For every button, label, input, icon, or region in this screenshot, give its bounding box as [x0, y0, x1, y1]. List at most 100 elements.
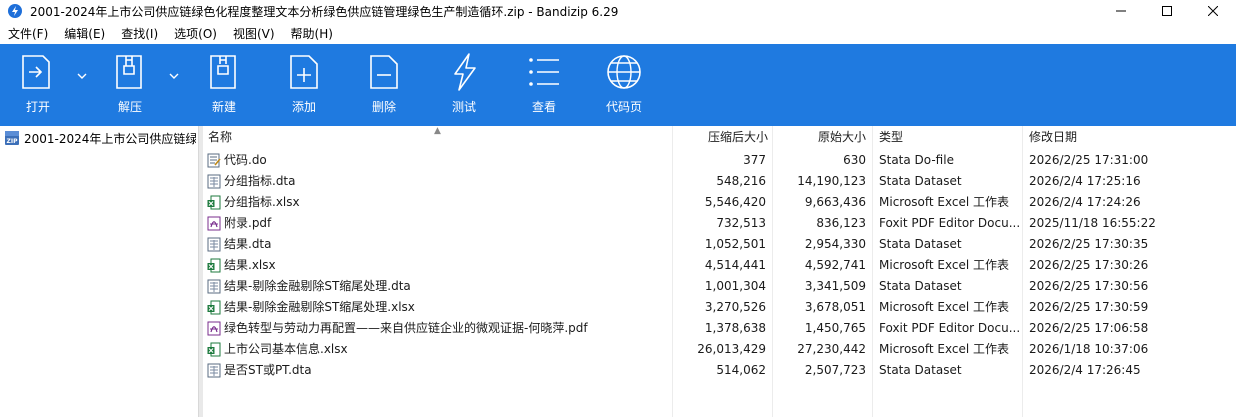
minimize-button[interactable] [1098, 0, 1144, 22]
open-label: 打开 [25, 100, 50, 114]
file-name: 结果-剔除金融剔除ST缩尾处理.xlsx [224, 300, 415, 314]
close-button[interactable] [1190, 0, 1236, 22]
file-original-size: 3,341,509 [804, 279, 866, 293]
open-button[interactable]: 打开 [18, 52, 58, 122]
file-row[interactable]: 结果.dta 1,052,501 2,954,330 Stata Dataset 202… [203, 234, 1236, 255]
maximize-button[interactable] [1144, 0, 1190, 22]
file-row[interactable]: 分组指标.dta 548,216 14,190,123 Stata Dataset 20… [203, 171, 1236, 192]
open-icon [22, 55, 50, 89]
extract-label: 解压 [117, 100, 142, 114]
file-row[interactable]: 绿色转型与劳动力再配置——来自供应链企业的微观证据-何晓萍.pdf 1,378,6… [203, 318, 1236, 339]
file-name: 附录.pdf [224, 216, 272, 230]
menu-view[interactable]: 视图(V) [225, 25, 283, 42]
file-name: 是否ST或PT.dta [224, 363, 312, 377]
file-packed-size: 3,270,526 [704, 300, 766, 314]
menu-file[interactable]: 文件(F) [0, 25, 56, 42]
extract-button[interactable]: 解压 [110, 52, 150, 122]
file-packed-size: 5,546,420 [704, 195, 766, 209]
extract-dropdown-chevron-icon[interactable] [168, 70, 180, 82]
file-packed-size: 1,052,501 [704, 237, 766, 251]
file-row[interactable]: 结果.xlsx 4,514,441 4,592,741 Microsoft Excel… [203, 255, 1236, 276]
menu-bar: 文件(F) 编辑(E) 查找(I) 选项(O) 视图(V) 帮助(H) [0, 22, 1236, 44]
minimize-icon [1116, 10, 1126, 12]
zip-archive-icon: ZIP [5, 131, 19, 145]
file-name: 分组指标.dta [224, 174, 296, 188]
file-type: Stata Dataset [879, 279, 962, 293]
file-type: Foxit PDF Editor Docu... [879, 321, 1019, 335]
file-original-size: 2,507,723 [804, 363, 866, 377]
globe-icon [607, 55, 641, 89]
toolbar: 打开 解压 新建 添加 删除 测试 查看 代码页 [0, 44, 1236, 126]
column-header-size[interactable]: 原始大小 [773, 126, 866, 148]
folder-tree-pane: ZIP 2001-2024年上市公司供应链绿 [0, 126, 199, 417]
new-archive-button[interactable]: 新建 [204, 52, 244, 122]
menu-find[interactable]: 查找(I) [113, 25, 166, 42]
codepage-button[interactable]: 代码页 [602, 52, 646, 122]
file-modified: 2026/2/25 17:30:59 [1029, 300, 1149, 314]
add-button[interactable]: 添加 [284, 52, 324, 122]
test-button[interactable]: 测试 [444, 52, 484, 122]
file-row[interactable]: 代码.do 377 630 Stata Do-file 2026/2/25 17:31:… [203, 150, 1236, 171]
file-name: 结果.xlsx [224, 258, 276, 272]
file-modified: 2026/2/25 17:30:56 [1029, 279, 1149, 293]
file-row[interactable]: 是否ST或PT.dta 514,062 2,507,723 Stata Dataset… [203, 360, 1236, 381]
tree-root-label: 2001-2024年上市公司供应链绿 [24, 131, 196, 146]
file-original-size: 27,230,442 [797, 342, 866, 356]
file-packed-size: 4,514,441 [704, 258, 766, 272]
file-type: Microsoft Excel 工作表 [879, 195, 1010, 209]
file-list-pane: 名称 ▲ 压缩后大小 原始大小 类型 修改日期 代码.do 377 630 Stata… [203, 126, 1236, 417]
view-label: 查看 [531, 100, 556, 114]
file-original-size: 14,190,123 [797, 174, 866, 188]
view-button[interactable]: 查看 [524, 52, 564, 122]
column-header-type[interactable]: 类型 [879, 126, 903, 148]
window-title: 2001-2024年上市公司供应链绿色化程度整理文本分析绿色供应链管理绿色生产制… [30, 4, 619, 19]
file-type: Microsoft Excel 工作表 [879, 342, 1010, 356]
delete-file-icon [370, 55, 398, 89]
file-row[interactable]: 结果-剔除金融剔除ST缩尾处理.xlsx 3,270,526 3,678,051 Mi… [203, 297, 1236, 318]
file-packed-size: 548,216 [716, 174, 766, 188]
file-modified: 2026/2/4 17:25:16 [1029, 174, 1141, 188]
file-modified: 2026/1/18 10:37:06 [1029, 342, 1149, 356]
menu-help[interactable]: 帮助(H) [283, 25, 341, 42]
file-type: Stata Dataset [879, 363, 962, 377]
tree-root-archive[interactable]: ZIP 2001-2024年上市公司供应链绿 [4, 129, 196, 147]
file-row[interactable]: 分组指标.xlsx 5,546,420 9,663,436 Microsoft Exc… [203, 192, 1236, 213]
delete-button[interactable]: 删除 [364, 52, 404, 122]
column-header-row: 名称 ▲ 压缩后大小 原始大小 类型 修改日期 [203, 126, 1236, 148]
file-row[interactable]: 附录.pdf 732,513 836,123 Foxit PDF Editor Doc… [203, 213, 1236, 234]
delete-label: 删除 [371, 100, 396, 114]
file-name: 结果.dta [224, 237, 272, 251]
title-bar: 2001-2024年上市公司供应链绿色化程度整理文本分析绿色供应链管理绿色生产制… [0, 0, 1236, 22]
file-modified: 2026/2/25 17:31:00 [1029, 153, 1149, 167]
file-packed-size: 732,513 [716, 216, 766, 230]
file-type: Microsoft Excel 工作表 [879, 300, 1010, 314]
file-packed-size: 514,062 [716, 363, 766, 377]
add-label: 添加 [291, 100, 316, 114]
test-label: 测试 [451, 100, 476, 114]
menu-options[interactable]: 选项(O) [166, 25, 225, 42]
file-modified: 2026/2/25 17:30:35 [1029, 237, 1149, 251]
file-name: 代码.do [224, 153, 267, 167]
file-row[interactable]: 结果-剔除金融剔除ST缩尾处理.dta 1,001,304 3,341,509 Sta… [203, 276, 1236, 297]
file-packed-size: 26,013,429 [697, 342, 766, 356]
file-original-size: 4,592,741 [804, 258, 866, 272]
file-original-size: 836,123 [816, 216, 866, 230]
file-row[interactable]: 上市公司基本信息.xlsx 26,013,429 27,230,442 Microso… [203, 339, 1236, 360]
svg-text:ZIP: ZIP [7, 138, 19, 145]
sort-ascending-icon: ▲ [434, 126, 441, 136]
file-name: 绿色转型与劳动力再配置——来自供应链企业的微观证据-何晓萍.pdf [224, 321, 588, 335]
file-modified: 2026/2/25 17:06:58 [1029, 321, 1149, 335]
file-type: Stata Do-file [879, 153, 954, 167]
menu-edit[interactable]: 编辑(E) [56, 25, 113, 42]
file-packed-size: 377 [743, 153, 766, 167]
file-original-size: 1,450,765 [804, 321, 866, 335]
column-header-name[interactable]: 名称 [208, 126, 232, 148]
column-header-modified[interactable]: 修改日期 [1029, 126, 1077, 148]
column-header-packed[interactable]: 压缩后大小 [673, 126, 768, 148]
file-packed-size: 1,001,304 [704, 279, 766, 293]
file-name: 分组指标.xlsx [224, 195, 300, 209]
file-type: Stata Dataset [879, 174, 962, 188]
open-dropdown-chevron-icon[interactable] [76, 70, 88, 82]
codepage-label: 代码页 [605, 100, 642, 114]
file-modified: 2026/2/25 17:30:26 [1029, 258, 1149, 272]
